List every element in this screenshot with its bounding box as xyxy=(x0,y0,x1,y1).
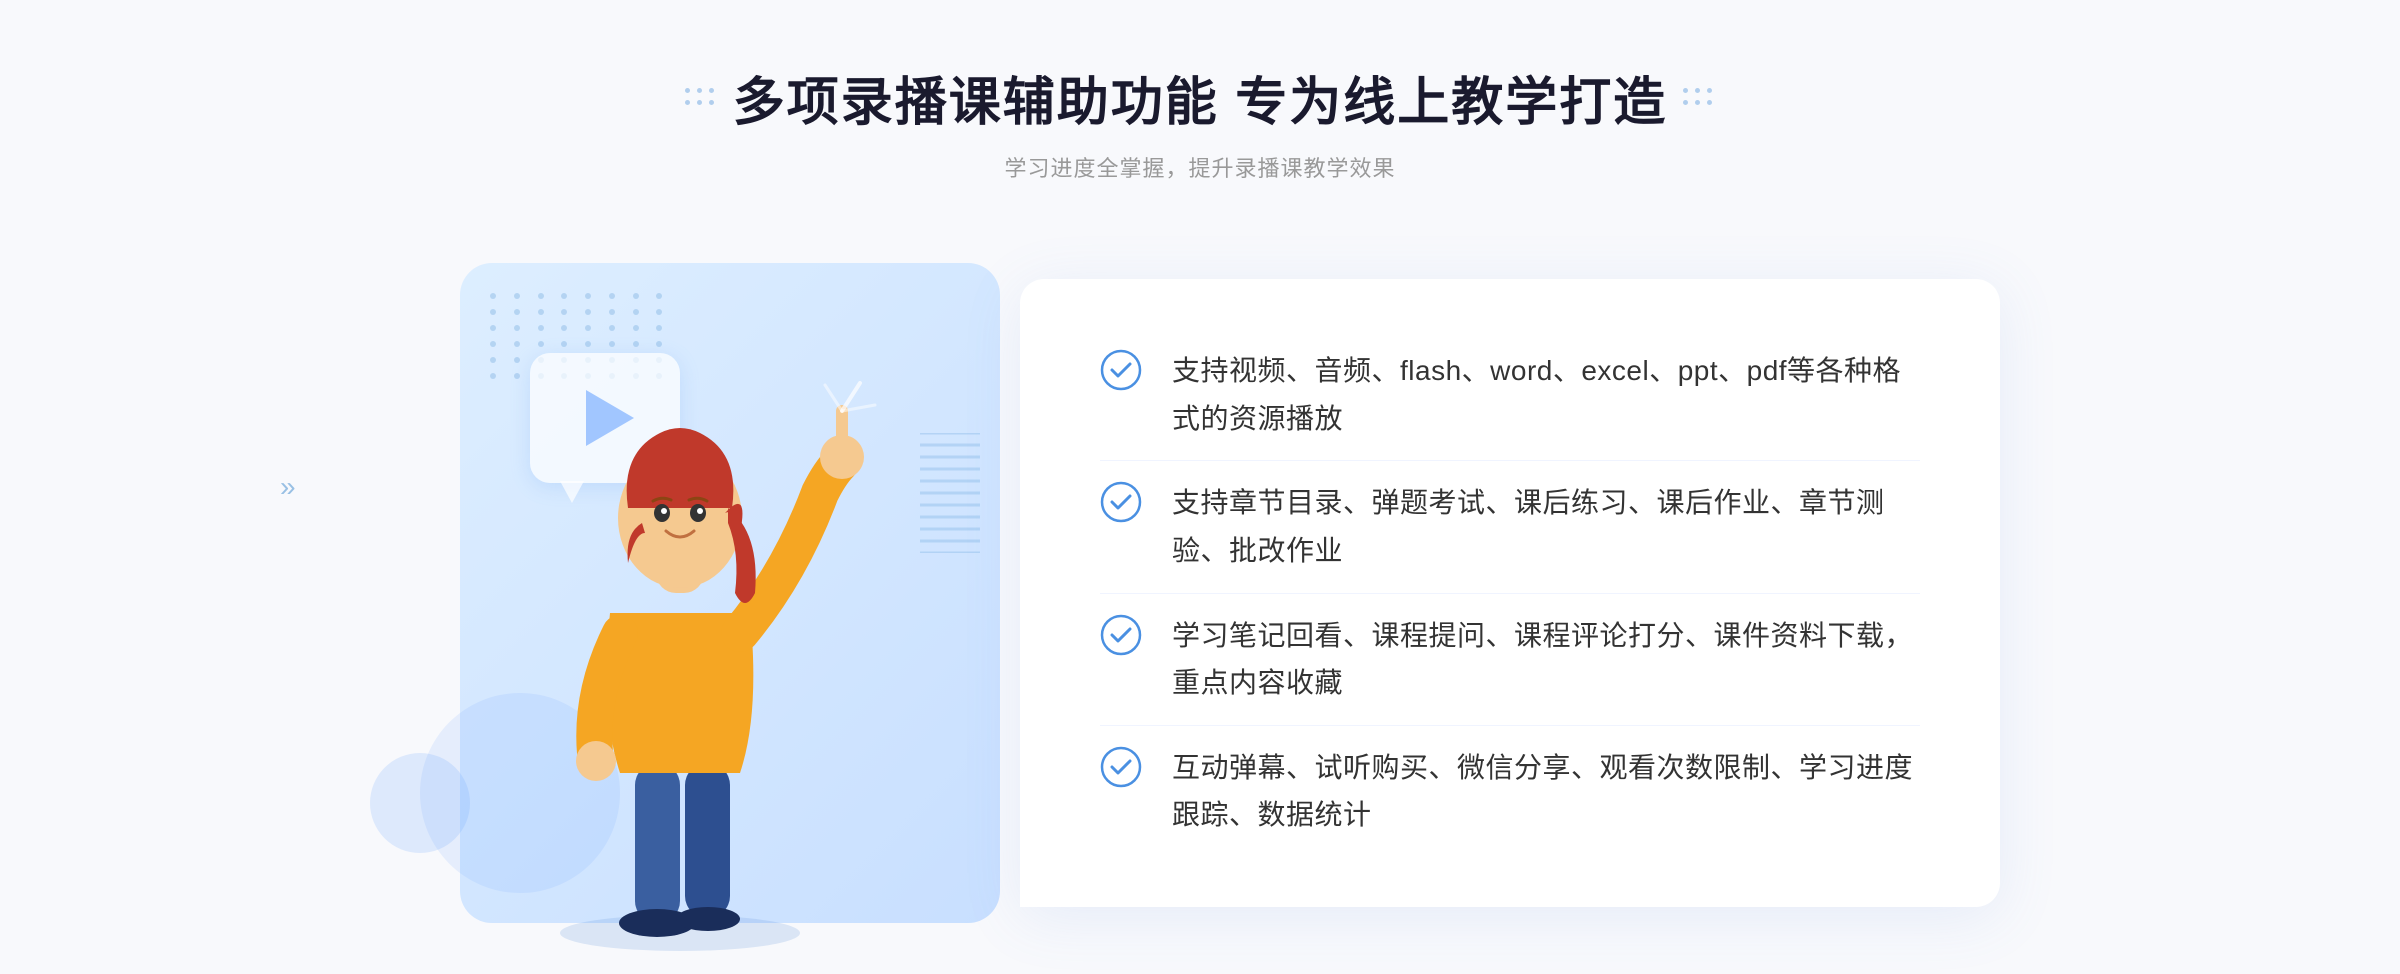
left-arrows-decoration: » xyxy=(280,473,296,501)
deco-circle-small xyxy=(370,753,470,853)
check-circle-icon-3 xyxy=(1100,614,1142,656)
check-circle-icon-2 xyxy=(1100,481,1142,523)
check-circle-icon-4 xyxy=(1100,746,1142,788)
features-panel: 支持视频、音频、flash、word、excel、ppt、pdf等各种格式的资源… xyxy=(1020,279,2000,907)
person-figure xyxy=(480,333,880,953)
feature-item-2: 支持章节目录、弹题考试、课后练习、课后作业、章节测验、批改作业 xyxy=(1100,460,1920,592)
page-container: » 多项录播课辅助功能 专为线上教学打造 学习进度全掌握，提升录播课教学效果 xyxy=(0,0,2400,974)
header-dots-left xyxy=(685,88,717,108)
feature-item-1: 支持视频、音频、flash、word、excel、ppt、pdf等各种格式的资源… xyxy=(1100,329,1920,460)
main-content: 支持视频、音频、flash、word、excel、ppt、pdf等各种格式的资源… xyxy=(400,233,2000,953)
feature-item-3: 学习笔记回看、课程提问、课程评论打分、课件资料下载，重点内容收藏 xyxy=(1100,593,1920,725)
deco-stripes xyxy=(920,433,980,553)
feature-text-2: 支持章节目录、弹题考试、课后练习、课后作业、章节测验、批改作业 xyxy=(1172,479,1920,574)
page-title: 多项录播课辅助功能 专为线上教学打造 xyxy=(733,60,1667,135)
header-dots-right xyxy=(1683,88,1715,108)
page-subtitle: 学习进度全掌握，提升录播课教学效果 xyxy=(685,151,1715,183)
chevron-right-icon: » xyxy=(280,473,296,501)
header-title-row: 多项录播课辅助功能 专为线上教学打造 xyxy=(685,60,1715,135)
illustration-wrapper xyxy=(400,233,1040,953)
feature-item-4: 互动弹幕、试听购买、微信分享、观看次数限制、学习进度跟踪、数据统计 xyxy=(1100,725,1920,857)
feature-text-4: 互动弹幕、试听购买、微信分享、观看次数限制、学习进度跟踪、数据统计 xyxy=(1172,744,1920,839)
feature-text-1: 支持视频、音频、flash、word、excel、ppt、pdf等各种格式的资源… xyxy=(1172,347,1920,442)
header-section: 多项录播课辅助功能 专为线上教学打造 学习进度全掌握，提升录播课教学效果 xyxy=(685,0,1715,183)
check-circle-icon-1 xyxy=(1100,349,1142,391)
feature-text-3: 学习笔记回看、课程提问、课程评论打分、课件资料下载，重点内容收藏 xyxy=(1172,612,1920,707)
